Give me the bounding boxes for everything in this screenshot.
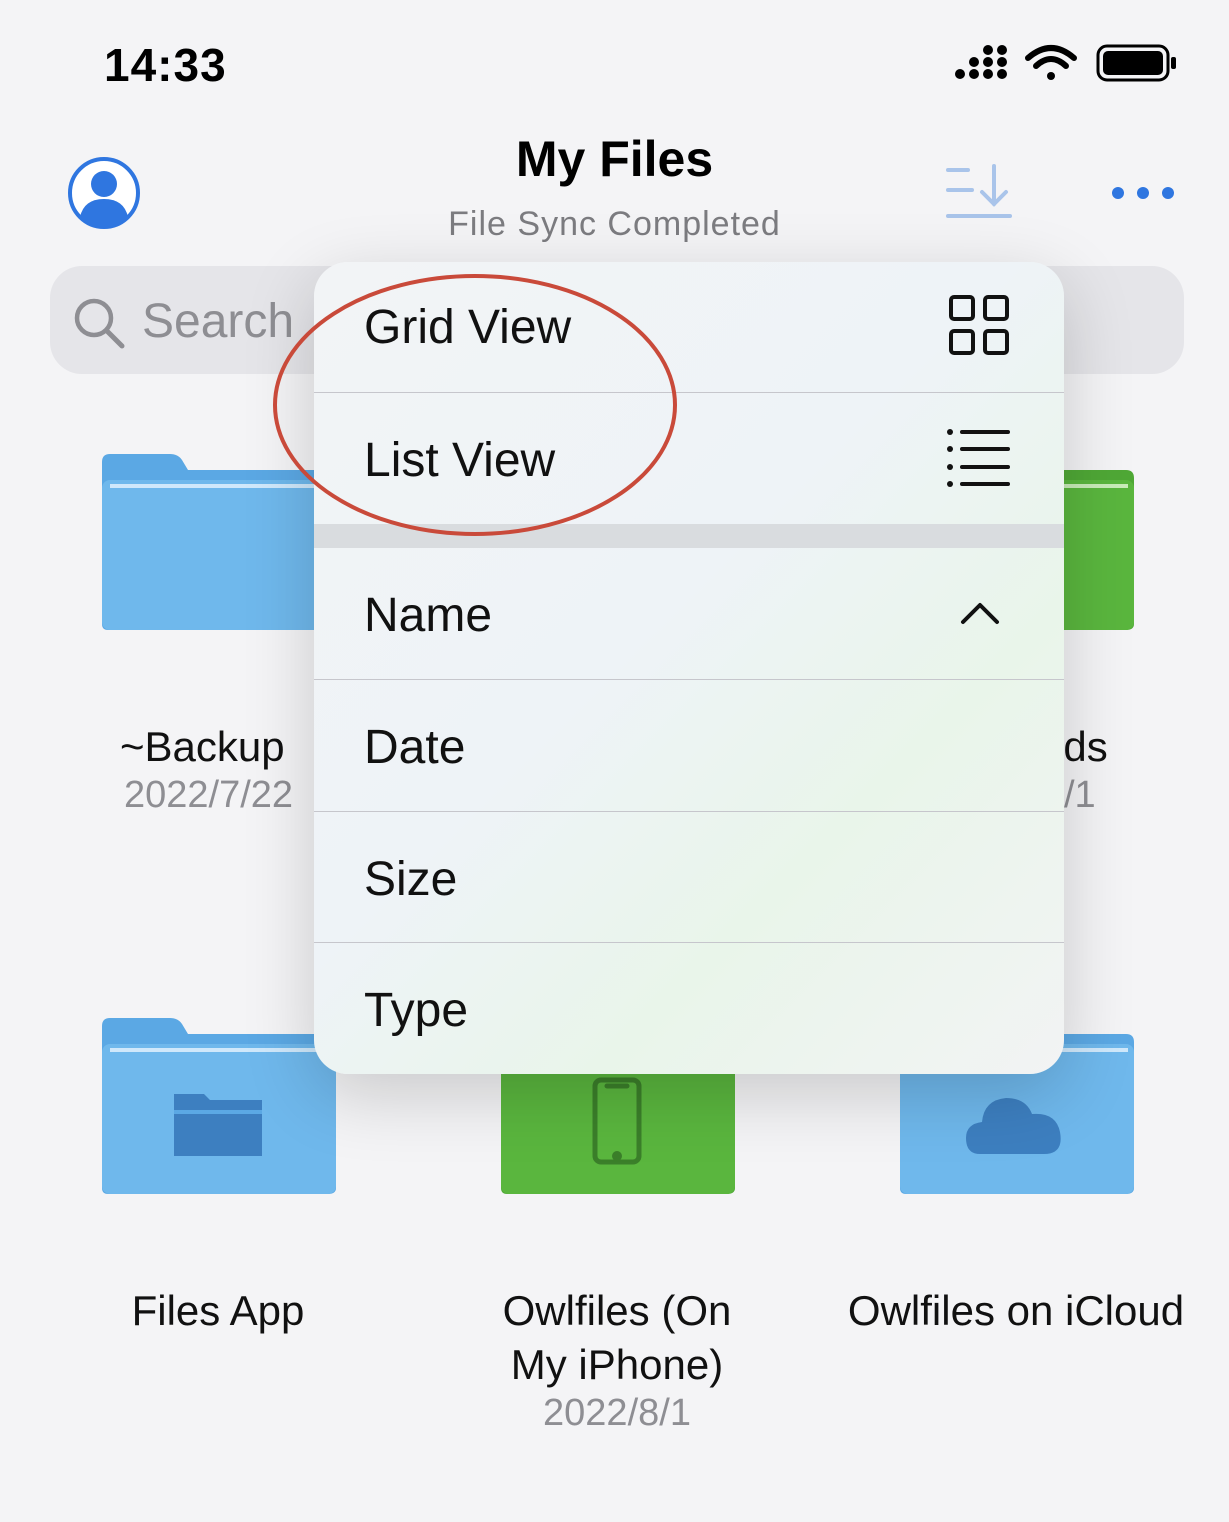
page-title: My Files [515,131,714,187]
menu-item-label: Date [364,721,466,774]
annotation-circle [273,274,677,536]
folder-glyph-icon [174,1094,262,1156]
cellular-signal-icon [955,45,1007,79]
search-icon [74,298,125,349]
folder-date: 2022/7/22 [124,774,294,816]
folder-icon[interactable] [98,1018,338,1198]
menu-item-sort-size[interactable]: Size [314,812,1064,943]
folder-name: Owlfiles on iCloud [847,1287,1185,1334]
menu-item-label: Type [364,984,469,1037]
grid-icon [949,295,1009,355]
folder-name-line2: My iPhone) [510,1341,724,1388]
menu-item-sort-name[interactable]: Name [314,548,1064,680]
menu-item-sort-type[interactable]: Type [314,943,1064,1074]
battery-icon [1096,44,1176,82]
folder-name: ~Backup [120,723,285,770]
status-time: 14:33 [104,39,227,91]
sync-status: File Sync Completed [448,205,781,243]
folder-date: 2022/8/1 [543,1392,691,1434]
folder-name: Files App [131,1287,305,1334]
chevron-up-icon [961,603,999,624]
menu-item-label: Size [364,853,458,906]
wifi-icon [1025,45,1077,80]
more-options-icon[interactable] [1108,180,1178,206]
list-icon [947,429,1010,487]
folder-date: /1 [1064,774,1096,816]
status-icons [955,44,1176,82]
menu-item-label: Name [364,589,493,642]
sort-icon[interactable] [944,160,1016,224]
menu-item-sort-date[interactable]: Date [314,680,1064,812]
folder-name: Owlfiles (On [502,1287,732,1334]
